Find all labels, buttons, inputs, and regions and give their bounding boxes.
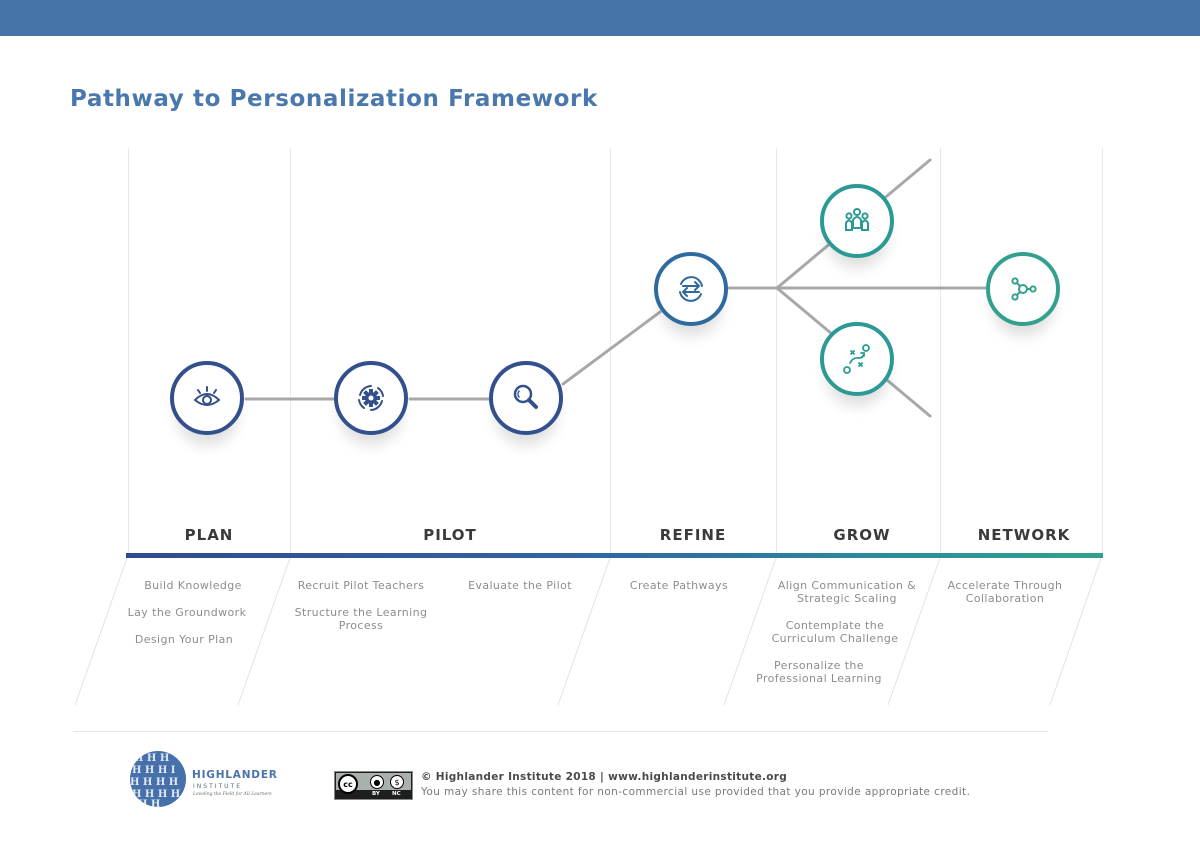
network-nodes-icon — [1011, 277, 1037, 301]
step-item: Recruit Pilot Teachers — [297, 579, 425, 592]
step-item: Lay the Groundwork — [127, 606, 247, 619]
exchange-arrows-icon — [679, 276, 703, 302]
step-item: Structure the Learning Process — [294, 606, 428, 632]
copyright-text: © Highlander Institute 2018 | www.highla… — [421, 771, 788, 783]
step-item: Accelerate Through Collaboration — [947, 579, 1063, 605]
node-refine[interactable] — [654, 252, 728, 326]
phase-label-refine: REFINE — [659, 526, 727, 544]
node-grow-strategy[interactable] — [820, 322, 894, 396]
strategy-play-icon — [843, 344, 870, 374]
node-pilot-build[interactable] — [334, 361, 408, 435]
people-group-icon — [845, 208, 869, 231]
node-pilot-evaluate[interactable] — [489, 361, 563, 435]
noncommercial-icon: $ — [390, 775, 404, 789]
magnifier-icon — [513, 384, 538, 409]
step-item: Evaluate the Pilot — [468, 579, 572, 592]
step-item: Build Knowledge — [144, 579, 242, 592]
node-plan[interactable] — [170, 361, 244, 435]
org-name: HIGHLANDER — [192, 769, 278, 781]
org-tagline: Leveling the Field for All Learners — [193, 792, 272, 797]
step-item: Align Communication & Strategic Scaling — [777, 579, 917, 605]
step-item: Create Pathways — [629, 579, 729, 592]
org-sub: INSTITUTE — [193, 783, 243, 790]
phase-label-grow: GROW — [833, 526, 891, 544]
gear-cycle-icon — [358, 385, 384, 411]
highlander-logo: H H H H H H I H H H H H H H H H H — [130, 751, 186, 807]
phase-label-network: NETWORK — [977, 526, 1071, 544]
diagonal-divider — [237, 557, 291, 706]
attribution-icon: ● — [370, 775, 384, 789]
cc-license-badge[interactable]: cc ● $ BY NC — [334, 771, 413, 800]
phase-label-pilot: PILOT — [423, 526, 477, 544]
eye-icon — [193, 386, 221, 406]
nc-label: NC — [392, 791, 401, 797]
connector-evaluate-refine — [561, 310, 662, 386]
by-label: BY — [372, 791, 380, 797]
phase-label-plan: PLAN — [184, 526, 234, 544]
step-item: Contemplate the Curriculum Challenge — [771, 619, 899, 645]
node-grow-people[interactable] — [820, 184, 894, 258]
diagonal-divider — [74, 557, 128, 706]
step-item: Design Your Plan — [134, 633, 234, 646]
step-item: Personalize the Professional Learning — [756, 659, 882, 685]
license-notice: You may share this content for non-comme… — [421, 786, 971, 798]
node-network[interactable] — [986, 252, 1060, 326]
footer-divider — [73, 731, 1048, 732]
timeline-bar — [126, 553, 1103, 558]
cc-icon: cc — [338, 774, 358, 794]
